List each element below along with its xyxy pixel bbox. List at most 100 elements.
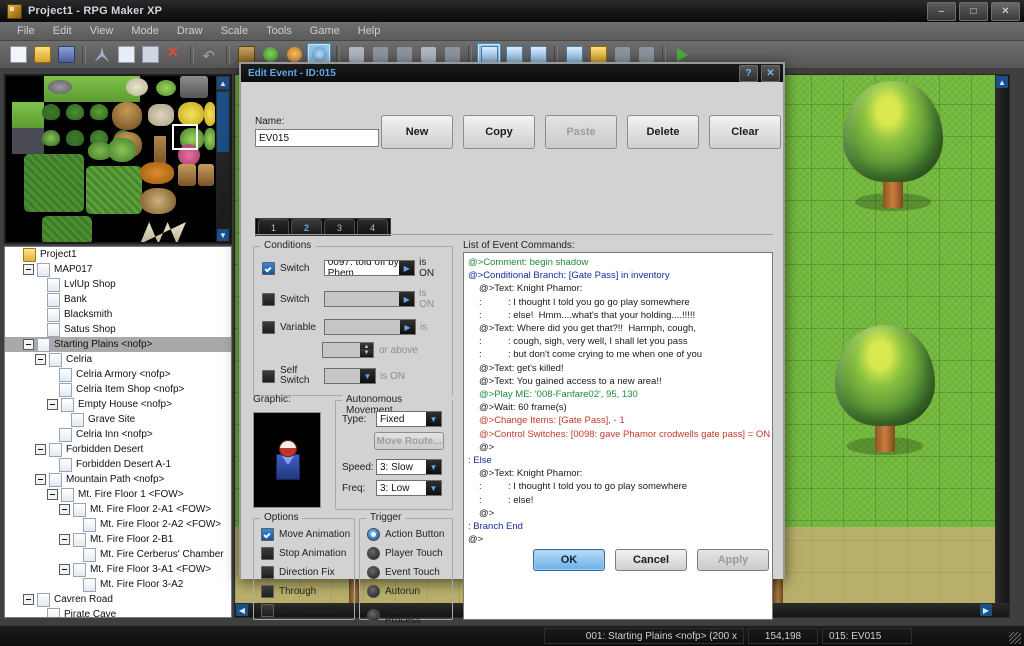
chevron-down-icon[interactable]: ▼ (426, 412, 441, 426)
resize-grip-icon[interactable] (1009, 632, 1021, 644)
trigger-radio[interactable] (367, 585, 380, 598)
option-checkbox[interactable] (261, 528, 274, 541)
menu-mode[interactable]: Mode (122, 24, 168, 38)
shrub-tile[interactable] (108, 138, 136, 162)
dialog-close-button[interactable]: ✕ (761, 65, 780, 82)
tree-collapse-icon[interactable] (35, 474, 46, 485)
delete-button[interactable]: Delete (627, 115, 699, 149)
map-tree-item[interactable]: Mt. Fire Floor 2-A2 <FOW> (5, 517, 231, 532)
tree-collapse-icon[interactable] (23, 339, 34, 350)
flower-tile[interactable] (178, 102, 204, 126)
map-tree-item[interactable]: Empty House <nofp> (5, 397, 231, 412)
event-command-line[interactable]: @>Change Items: [Gate Pass], - 1 (468, 414, 768, 427)
map-tree-item[interactable]: Blacksmith (5, 307, 231, 322)
chevron-right-icon[interactable]: ▶ (399, 292, 415, 306)
trigger-radio[interactable] (367, 608, 380, 622)
pebbles-tile[interactable] (148, 104, 174, 126)
tree-collapse-icon[interactable] (59, 504, 70, 515)
map-tree[interactable]: Project1 MAP017 LvlUp Shop Bank Blacksmith Sa… (4, 246, 232, 618)
tileset-palette[interactable]: ▲ ▼ (4, 74, 232, 244)
switch1-combo[interactable]: 0097: told off by Phem ▶ (323, 260, 416, 276)
tree-collapse-icon[interactable] (59, 534, 70, 545)
event-command-line[interactable]: @>Text: get's killed! (468, 362, 768, 375)
map-scroll-left-icon[interactable]: ◀ (236, 604, 248, 616)
menu-view[interactable]: View (81, 24, 123, 38)
event-page-tab-1[interactable]: 1 (258, 219, 289, 235)
stump-tile[interactable] (112, 102, 142, 130)
new-button[interactable]: New (381, 115, 453, 149)
new-icon[interactable] (7, 44, 29, 66)
graphic-preview[interactable] (253, 412, 321, 508)
tileset-grid[interactable] (12, 76, 216, 242)
open-icon[interactable] (31, 44, 53, 66)
event-command-line[interactable]: @> (468, 533, 768, 546)
tileset-scroll-down-icon[interactable]: ▼ (217, 229, 229, 241)
trigger-row[interactable]: Autorun (367, 585, 452, 598)
move-route-button[interactable]: Move Route... (374, 432, 444, 450)
bush-tile[interactable] (156, 80, 176, 96)
event-command-line[interactable]: : : I thought I told you to go play some… (468, 480, 768, 493)
event-command-line[interactable]: @>Conditional Branch: [Gate Pass] in inv… (468, 269, 768, 282)
menu-file[interactable]: File (8, 24, 44, 38)
tree-collapse-icon[interactable] (35, 444, 46, 455)
event-command-line[interactable]: @>Text: Knight Phamor: (468, 282, 768, 295)
log-tile[interactable] (178, 164, 196, 186)
paste-button[interactable]: Paste (545, 115, 617, 149)
copy-icon[interactable] (115, 44, 137, 66)
copy-button[interactable]: Copy (463, 115, 535, 149)
shrub-tile[interactable] (42, 130, 60, 146)
event-command-line[interactable]: @>Text: Where did you get that?!! Harmph… (468, 322, 768, 335)
event-command-line[interactable]: : : cough, sigh, very well, I shall let … (468, 335, 768, 348)
variable-value-spinner[interactable]: ▲ ▼ (322, 342, 374, 358)
tileset-scrollbar[interactable]: ▲ ▼ (215, 76, 230, 242)
map-tree-item[interactable]: Celria Item Shop <nofp> (5, 382, 231, 397)
map-tree-item[interactable]: Mt. Fire Cerberus' Chamber (5, 547, 231, 562)
tree-collapse-icon[interactable] (47, 489, 58, 500)
map-tree-item[interactable]: Bank (5, 292, 231, 307)
map-tree-item[interactable]: Mountain Path <nofp> (5, 472, 231, 487)
menu-scale[interactable]: Scale (212, 24, 258, 38)
event-command-line[interactable]: @> (468, 441, 768, 454)
tileset-scroll-thumb[interactable] (217, 92, 229, 152)
delete-icon[interactable]: ✕ (163, 44, 185, 66)
option-checkbox[interactable] (261, 604, 274, 617)
undo-icon[interactable]: ↶ (199, 44, 221, 66)
event-command-line[interactable]: @>Play ME: '008-Fanfare02', 95, 130 (468, 388, 768, 401)
tree-collapse-icon[interactable] (35, 354, 46, 365)
minimize-button[interactable]: – (927, 2, 956, 21)
switch2-combo[interactable]: ▶ (323, 291, 416, 307)
map-tree-item[interactable]: Pirate Cave (5, 607, 231, 617)
tree-collapse-icon[interactable] (47, 399, 58, 410)
close-button[interactable]: ✕ (991, 2, 1020, 21)
option-row[interactable]: Always on Top (261, 604, 350, 617)
map-tree-item[interactable]: Starting Plains <nofp> (5, 337, 231, 352)
trigger-row[interactable]: Action Button (367, 528, 452, 541)
chevron-down-icon[interactable]: ▼ (426, 481, 441, 495)
event-command-line[interactable]: @> (468, 507, 768, 520)
tileset-scroll-up-icon[interactable]: ▲ (217, 77, 229, 89)
cancel-button[interactable]: Cancel (615, 549, 687, 571)
ok-button[interactable]: OK (533, 549, 605, 571)
event-command-line[interactable]: : : else! Hmm....what's that your holdin… (468, 309, 768, 322)
grass-tile[interactable] (12, 102, 44, 128)
event-command-line[interactable]: : : but don't come crying to me when one… (468, 348, 768, 361)
event-command-line[interactable]: @>Wait: 60 frame(s) (468, 401, 768, 414)
shrub-tile[interactable] (66, 130, 84, 146)
cut-icon[interactable] (91, 44, 113, 66)
map-tree-item[interactable]: Celria Inn <nofp> (5, 427, 231, 442)
map-tree-item[interactable]: Forbidden Desert (5, 442, 231, 457)
map-scroll-right-icon[interactable]: ▶ (980, 604, 992, 616)
shrub-tile[interactable] (90, 104, 108, 120)
option-row[interactable]: Through (261, 585, 350, 598)
shrub-tile[interactable] (66, 104, 84, 120)
trigger-radio[interactable] (367, 528, 380, 541)
event-command-line[interactable]: : Else (468, 454, 768, 467)
menu-tools[interactable]: Tools (257, 24, 301, 38)
event-command-line[interactable]: : : I thought I told you go go play some… (468, 296, 768, 309)
event-command-line[interactable]: @>Control Switches: [0098: gave Phamor c… (468, 428, 770, 441)
map-tree-item[interactable]: Celria Armory <nofp> (5, 367, 231, 382)
map-tree-item[interactable]: Mt. Fire Floor 3-A2 (5, 577, 231, 592)
chevron-down-icon[interactable]: ▼ (360, 369, 375, 383)
menu-edit[interactable]: Edit (44, 24, 81, 38)
spinner-down-icon[interactable]: ▼ (360, 349, 373, 357)
